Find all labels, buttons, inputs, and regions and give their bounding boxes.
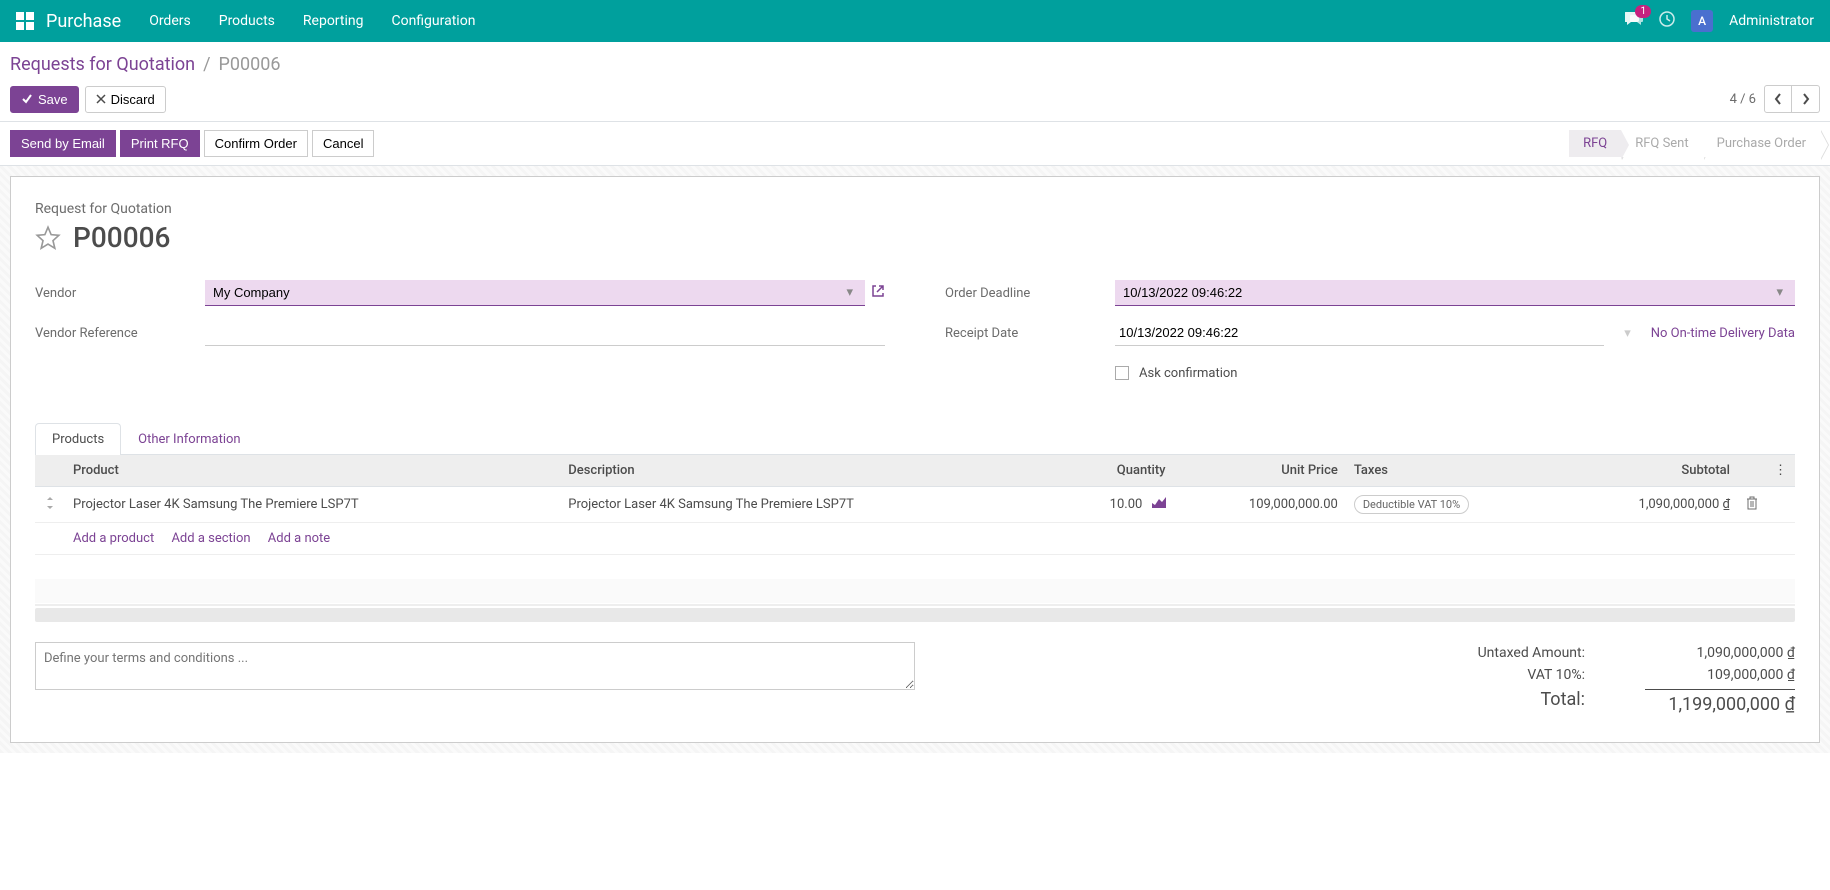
cell-quantity[interactable]: 10.00	[1056, 487, 1174, 523]
breadcrumb-parent[interactable]: Requests for Quotation	[10, 54, 195, 75]
receipt-input[interactable]	[1115, 320, 1604, 346]
send-email-button[interactable]: Send by Email	[10, 130, 116, 157]
status-purchase-order[interactable]: Purchase Order	[1703, 130, 1820, 157]
breadcrumb-separator: /	[203, 54, 210, 75]
vendor-label: Vendor	[35, 286, 205, 301]
vendor-input[interactable]	[213, 285, 842, 300]
cell-subtotal: 1,090,000,000 ₫	[1562, 487, 1739, 523]
untaxed-value: 1,090,000,000 ₫	[1645, 645, 1795, 661]
vendor-ref-input[interactable]	[205, 320, 885, 346]
navbar-right: 1 A Administrator	[1625, 10, 1814, 32]
app-brand[interactable]: Purchase	[46, 11, 121, 32]
top-navbar: Purchase Orders Products Reporting Confi…	[0, 0, 1830, 42]
col-unit-price: Unit Price	[1174, 455, 1346, 487]
cell-unit-price[interactable]: 109,000,000.00	[1174, 487, 1346, 523]
menu-configuration[interactable]: Configuration	[391, 13, 475, 29]
sheet-background: Request for Quotation P00006 Vendor ▾	[0, 166, 1830, 753]
receipt-dropdown-icon[interactable]: ▾	[1620, 326, 1635, 341]
total-value: 1,199,000,000 ₫	[1645, 689, 1795, 715]
vendor-dropdown-icon[interactable]: ▾	[842, 285, 857, 300]
status-rfq-sent[interactable]: RFQ Sent	[1621, 130, 1702, 157]
footer: Untaxed Amount: 1,090,000,000 ₫ VAT 10%:…	[35, 642, 1795, 718]
status-steps: RFQ RFQ Sent Purchase Order	[1569, 130, 1820, 157]
pager: 4 / 6	[1730, 85, 1820, 113]
forecast-icon[interactable]	[1152, 497, 1166, 512]
pager-next-button[interactable]	[1792, 85, 1820, 113]
user-avatar[interactable]: A	[1691, 10, 1713, 32]
tax-badge: Deductible VAT 10%	[1354, 495, 1469, 514]
col-quantity: Quantity	[1056, 455, 1174, 487]
form-sheet: Request for Quotation P00006 Vendor ▾	[10, 176, 1820, 743]
sheet-title-label: Request for Quotation	[35, 201, 1795, 217]
add-product-link[interactable]: Add a product	[73, 531, 154, 546]
form-fields: Vendor ▾ Vendor Reference	[35, 278, 1795, 398]
discard-label: Discard	[111, 92, 155, 107]
activity-icon[interactable]	[1659, 11, 1675, 31]
deadline-input[interactable]	[1123, 285, 1772, 300]
edit-buttons: Save Discard	[10, 86, 166, 113]
ask-confirmation-label: Ask confirmation	[1139, 366, 1238, 381]
terms-textarea[interactable]	[35, 642, 915, 690]
add-section-link[interactable]: Add a section	[171, 531, 250, 546]
col-subtotal: Subtotal	[1562, 455, 1739, 487]
deadline-dropdown-icon[interactable]: ▾	[1772, 285, 1787, 300]
totals: Untaxed Amount: 1,090,000,000 ₫ VAT 10%:…	[1478, 642, 1795, 718]
columns-menu-icon[interactable]: ⋮	[1766, 455, 1795, 487]
breadcrumb-current: P00006	[219, 54, 281, 75]
record-title: P00006	[73, 221, 170, 254]
tab-products[interactable]: Products	[35, 423, 121, 455]
navbar-menu: Orders Products Reporting Configuration	[149, 13, 475, 29]
vendor-external-link-icon[interactable]	[871, 284, 885, 302]
confirm-order-button[interactable]: Confirm Order	[204, 130, 308, 157]
cancel-button[interactable]: Cancel	[312, 130, 374, 157]
empty-rows	[35, 555, 1795, 605]
status-rfq[interactable]: RFQ	[1569, 130, 1621, 157]
menu-reporting[interactable]: Reporting	[303, 13, 364, 29]
cell-taxes[interactable]: Deductible VAT 10%	[1346, 487, 1562, 523]
add-note-link[interactable]: Add a note	[268, 531, 330, 546]
chat-icon[interactable]: 1	[1625, 11, 1643, 31]
chat-badge: 1	[1635, 5, 1651, 18]
deadline-field[interactable]: ▾	[1115, 280, 1795, 306]
delete-row-icon[interactable]	[1738, 487, 1766, 523]
user-name[interactable]: Administrator	[1729, 13, 1814, 29]
control-panel: Requests for Quotation / P00006 Save Dis…	[0, 42, 1830, 121]
deadline-label: Order Deadline	[945, 286, 1115, 301]
vat-value: 109,000,000 ₫	[1645, 667, 1795, 683]
products-table: Product Description Quantity Unit Price …	[35, 455, 1795, 606]
save-button[interactable]: Save	[10, 86, 79, 113]
receipt-label: Receipt Date	[945, 326, 1115, 341]
table-row[interactable]: Projector Laser 4K Samsung The Premiere …	[35, 487, 1795, 523]
total-label: Total:	[1540, 689, 1585, 715]
discard-button[interactable]: Discard	[85, 86, 166, 113]
apps-icon[interactable]	[16, 12, 34, 30]
pager-prev-button[interactable]	[1764, 85, 1792, 113]
col-description: Description	[560, 455, 1055, 487]
col-taxes: Taxes	[1346, 455, 1562, 487]
col-product: Product	[65, 455, 560, 487]
vat-label: VAT 10%:	[1527, 667, 1585, 683]
action-buttons: Send by Email Print RFQ Confirm Order Ca…	[10, 130, 374, 157]
pager-text[interactable]: 4 / 6	[1730, 92, 1756, 107]
delivery-data-link[interactable]: No On-time Delivery Data	[1651, 326, 1795, 341]
tabs: Products Other Information	[35, 422, 1795, 455]
tab-other-info[interactable]: Other Information	[121, 423, 257, 455]
status-bar: Send by Email Print RFQ Confirm Order Ca…	[0, 121, 1830, 166]
table-scrollbar[interactable]	[35, 608, 1795, 622]
print-rfq-button[interactable]: Print RFQ	[120, 130, 200, 157]
ask-confirmation-checkbox[interactable]	[1115, 366, 1129, 380]
drag-handle-icon[interactable]	[35, 487, 65, 523]
breadcrumb: Requests for Quotation / P00006	[10, 54, 1820, 75]
priority-star-icon[interactable]	[35, 225, 61, 251]
vendor-field[interactable]: ▾	[205, 280, 865, 306]
save-label: Save	[38, 92, 68, 107]
cell-description[interactable]: Projector Laser 4K Samsung The Premiere …	[560, 487, 1055, 523]
untaxed-label: Untaxed Amount:	[1478, 645, 1585, 661]
menu-orders[interactable]: Orders	[149, 13, 191, 29]
vendor-ref-label: Vendor Reference	[35, 326, 205, 341]
menu-products[interactable]: Products	[219, 13, 275, 29]
cell-product[interactable]: Projector Laser 4K Samsung The Premiere …	[65, 487, 560, 523]
